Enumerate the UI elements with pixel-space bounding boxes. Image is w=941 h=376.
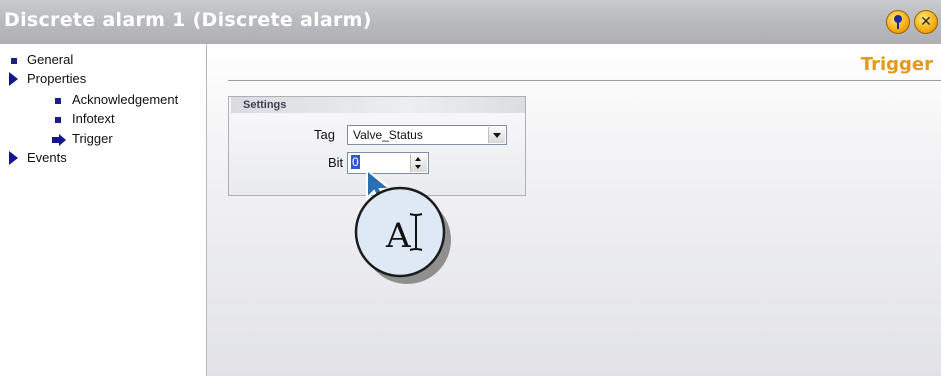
tree-item-events[interactable]: Events (27, 150, 67, 165)
selected-arrow-icon (52, 134, 66, 146)
tree-item-acknowledgement[interactable]: Acknowledgement (72, 92, 178, 107)
badge-letter: A (385, 216, 411, 256)
tree-item-properties[interactable]: Properties (27, 71, 86, 86)
text-cursor-badge: A (354, 186, 451, 284)
properties-content (207, 44, 941, 376)
tree-item-infotext[interactable]: Infotext (72, 111, 115, 126)
tree-item-general[interactable]: General (27, 52, 73, 67)
tag-select-value: Valve_Status (353, 128, 423, 142)
bit-stepper-value[interactable]: 0 (351, 155, 360, 169)
close-button[interactable]: ✕ (914, 10, 938, 34)
square-bullet-icon (55, 98, 61, 104)
stepper-buttons[interactable] (410, 154, 427, 172)
window-titlebar: Discrete alarm 1 (Discrete alarm) ✕ (0, 0, 941, 44)
tag-label: Tag (314, 127, 335, 142)
section-heading: Trigger (860, 54, 933, 75)
heading-divider (228, 80, 941, 81)
pin-button[interactable] (886, 10, 910, 34)
chevron-down-icon[interactable] (488, 127, 505, 143)
tag-select[interactable]: Valve_Status (347, 125, 507, 145)
window-title: Discrete alarm 1 (Discrete alarm) (4, 9, 372, 31)
pin-icon (887, 11, 909, 33)
expand-triangle-icon[interactable] (9, 72, 18, 86)
expand-triangle-icon[interactable] (9, 151, 18, 165)
square-bullet-icon (11, 58, 17, 64)
tree-item-trigger[interactable]: Trigger (72, 131, 113, 146)
bit-label: Bit (328, 155, 344, 170)
square-bullet-icon (55, 117, 61, 123)
settings-group-title: Settings (231, 97, 525, 113)
close-icon: ✕ (920, 14, 932, 30)
